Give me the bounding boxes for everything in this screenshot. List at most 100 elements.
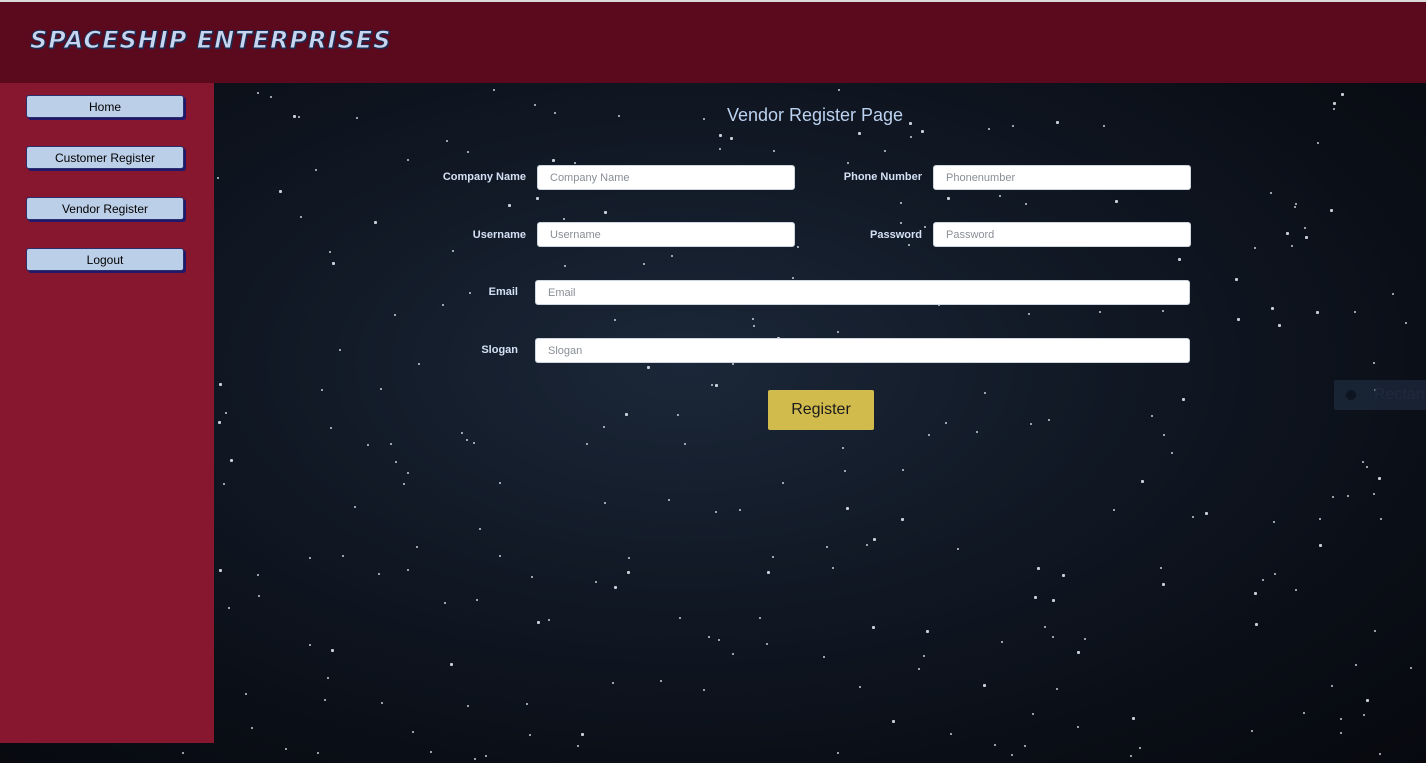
star (1373, 362, 1375, 364)
star (976, 431, 978, 433)
star (390, 443, 392, 445)
star (300, 216, 302, 218)
star (367, 444, 369, 446)
star (708, 636, 710, 638)
star (442, 304, 444, 306)
star (1374, 630, 1376, 632)
star (537, 621, 540, 624)
star (529, 734, 531, 736)
password-input[interactable] (933, 222, 1191, 247)
star (395, 461, 397, 463)
star (1052, 599, 1055, 602)
star (1332, 496, 1334, 498)
star (309, 557, 311, 559)
star (950, 733, 952, 735)
star (625, 413, 628, 416)
star (1103, 125, 1105, 127)
star (1132, 717, 1135, 720)
star (832, 567, 834, 569)
star (872, 626, 875, 629)
star (910, 136, 912, 138)
partial-overlay-widget: Rectan (1334, 380, 1426, 410)
nav-vendor-register-button[interactable]: Vendor Register (26, 197, 184, 220)
star (416, 546, 418, 548)
star (1254, 592, 1257, 595)
star (1286, 232, 1289, 235)
star (1139, 747, 1141, 749)
star (479, 528, 481, 530)
star (1099, 311, 1101, 313)
overlay-partial-label: Rectan (1374, 386, 1425, 403)
star (614, 319, 616, 321)
company-name-label: Company Name (442, 171, 526, 183)
star (983, 684, 986, 687)
star (1062, 574, 1065, 577)
star (1025, 203, 1027, 205)
star (1160, 567, 1162, 569)
star (892, 720, 895, 723)
star (342, 555, 344, 557)
star (1270, 192, 1272, 194)
company-name-input[interactable] (537, 165, 795, 190)
star (902, 469, 904, 471)
star (668, 499, 670, 501)
app-root: Spaceship Enterprises Home Customer Regi… (0, 0, 1426, 763)
star (564, 265, 566, 267)
star (759, 617, 761, 619)
star (317, 752, 319, 754)
star (945, 422, 947, 424)
register-button[interactable]: Register (768, 390, 874, 430)
star (772, 556, 774, 558)
star (614, 586, 617, 589)
star (1410, 667, 1412, 669)
star (999, 195, 1001, 197)
star (552, 159, 555, 162)
star (327, 677, 329, 679)
nav-home-button[interactable]: Home (26, 95, 184, 118)
star (331, 649, 334, 652)
star (225, 412, 227, 414)
star (1011, 754, 1013, 756)
star (718, 639, 720, 641)
star (1255, 623, 1258, 626)
star (467, 151, 469, 153)
star (574, 162, 576, 164)
star (1354, 311, 1356, 313)
star (1305, 236, 1308, 239)
email-input[interactable] (535, 280, 1190, 305)
star (1151, 415, 1153, 417)
sidebar: Home Customer Register Vendor Register L… (0, 83, 214, 743)
star (270, 96, 272, 98)
star (407, 569, 409, 571)
star (219, 383, 222, 386)
star (309, 644, 311, 646)
star (219, 569, 222, 572)
star (957, 548, 959, 550)
star (1163, 434, 1165, 436)
star (604, 502, 606, 504)
star (476, 599, 478, 601)
star (1341, 93, 1344, 96)
phone-number-input[interactable] (933, 165, 1191, 190)
star (1077, 651, 1080, 654)
star (797, 246, 799, 248)
star (643, 263, 645, 265)
star (1317, 142, 1319, 144)
star (947, 197, 950, 200)
star (994, 744, 996, 746)
star (866, 544, 868, 546)
star (1056, 688, 1058, 690)
star (782, 482, 784, 484)
star (554, 112, 556, 114)
star (218, 421, 221, 424)
nav-customer-register-button[interactable]: Customer Register (26, 146, 184, 169)
star (430, 751, 432, 753)
slogan-input[interactable] (535, 338, 1190, 363)
star (1378, 477, 1381, 480)
star (842, 447, 844, 449)
star (1319, 518, 1321, 520)
nav-logout-button[interactable]: Logout (26, 248, 184, 271)
star (1347, 495, 1349, 497)
username-input[interactable] (537, 222, 795, 247)
star (1237, 318, 1240, 321)
